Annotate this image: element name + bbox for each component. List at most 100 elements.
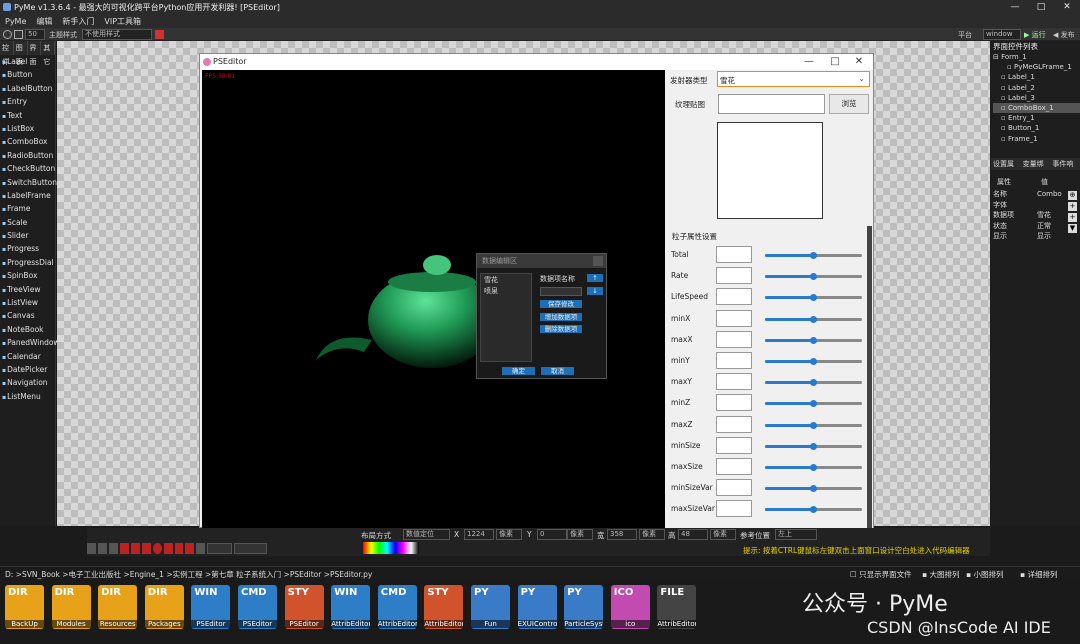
rect-tool-icon[interactable] <box>130 543 140 554</box>
palette-item-treeview[interactable]: ▪TreeView <box>0 283 55 296</box>
width-unit-select[interactable]: 像素 <box>639 529 665 540</box>
file-item-sty[interactable]: STY PSEditor <box>284 585 324 629</box>
tab-other[interactable]: 其它 <box>41 41 55 66</box>
slider-knob[interactable] <box>810 485 817 493</box>
cursor-tool-icon[interactable] <box>196 543 206 554</box>
menu-edit[interactable]: 编辑 <box>36 15 52 28</box>
x-input[interactable]: 1224 <box>464 529 494 540</box>
data-item-list[interactable]: 雪花 喷泉 <box>480 273 532 362</box>
param-input-maxsize[interactable] <box>716 458 752 475</box>
tree-node-frame_1[interactable]: ▫ Frame_1 <box>993 134 1080 144</box>
slider-knob[interactable] <box>810 358 817 365</box>
view-small-button[interactable]: ▪ 小图排列 <box>966 569 1003 580</box>
tree-node-form_1[interactable]: ⊟ Form_1 <box>993 52 1080 62</box>
param-input-maxx[interactable] <box>716 330 752 348</box>
menu-getting-started[interactable]: 新手入门 <box>62 15 94 28</box>
palette-item-navigation[interactable]: ▪Navigation <box>0 376 55 389</box>
tree-node-pymeglframe_1[interactable]: ▫ PyMeGLFrame_1 <box>993 62 1080 72</box>
tree-node-label_3[interactable]: ▫ Label_3 <box>993 93 1080 103</box>
tab-controls[interactable]: 控件 <box>0 41 14 66</box>
param-input-total[interactable] <box>716 246 752 263</box>
delete-item-button[interactable]: 删除数据项 <box>540 325 582 333</box>
param-input-miny[interactable] <box>716 352 752 369</box>
palette-item-combobox[interactable]: ▪ComboBox <box>0 135 55 148</box>
layout-select[interactable]: 数值定位 <box>403 529 450 540</box>
palette-item-spinbox[interactable]: ▪SpinBox <box>0 269 55 282</box>
move-down-button[interactable]: ↓ <box>587 287 603 295</box>
theme-edit-icon[interactable] <box>155 30 164 39</box>
palette-item-switchbutton[interactable]: ▪SwitchButton <box>0 176 57 189</box>
palette-item-radiobutton[interactable]: ▪RadioButton <box>0 149 55 162</box>
view-large-button[interactable]: ▪ 大图排列 <box>922 569 959 580</box>
texture-path-input[interactable] <box>718 94 825 114</box>
view-detail-button[interactable]: ▪ 详细排列 <box>1020 569 1057 580</box>
tree-node-entry_1[interactable]: ▫ Entry_1 <box>993 113 1080 123</box>
slider-knob[interactable] <box>810 421 817 429</box>
pse-maximize-icon[interactable]: □ <box>823 54 847 70</box>
zoom-icon[interactable] <box>3 30 12 39</box>
publish-button[interactable]: ◀ 发布 <box>1053 30 1075 40</box>
tab-interface[interactable]: 界面 <box>28 41 42 66</box>
list-item[interactable]: 喷泉 <box>481 287 531 296</box>
file-item-ico[interactable]: ICO ico <box>610 585 650 629</box>
triangle-tool-icon[interactable] <box>119 543 129 554</box>
zoom-value[interactable]: 50 <box>25 29 45 40</box>
file-item-py[interactable]: PY Fun <box>471 585 510 629</box>
file-item-dir[interactable]: DIR BackUp <box>5 585 44 629</box>
slider-knob[interactable] <box>810 252 817 259</box>
palette-item-button[interactable]: ▪Button <box>0 68 55 81</box>
line-style-select[interactable] <box>234 543 267 554</box>
palette-item-progressdial[interactable]: ▪ProgressDial <box>0 256 55 269</box>
slider-knob[interactable] <box>810 464 817 471</box>
palette-item-labelframe[interactable]: ▪LabelFrame <box>0 189 55 202</box>
text-tool-icon[interactable] <box>185 543 195 554</box>
tree-node-label_2[interactable]: ▫ Label_2 <box>993 83 1080 93</box>
shape-tool-icon[interactable] <box>163 543 173 554</box>
param-input-maxy[interactable] <box>716 373 752 391</box>
prop-row[interactable]: 显示 显示 <box>993 231 1067 242</box>
save-changes-button[interactable]: 保存修改 <box>540 300 582 308</box>
prop-row[interactable]: 状态 正常 <box>993 221 1067 232</box>
circle-tool-icon[interactable] <box>152 543 162 554</box>
palette-item-listbox[interactable]: ▪ListBox <box>0 122 55 135</box>
height-input[interactable]: 48 <box>678 529 708 540</box>
tree-node-label_1[interactable]: ▫ Label_1 <box>993 72 1080 82</box>
file-item-dir[interactable]: DIR Modules <box>51 585 91 629</box>
tab-properties[interactable]: 设置属 <box>991 158 1021 170</box>
file-item-sty[interactable]: STY AttribEditor <box>424 585 464 629</box>
file-item-dir[interactable]: DIR Packages <box>144 585 184 629</box>
param-input-minx[interactable] <box>716 309 752 327</box>
file-item-dir[interactable]: DIR Resources <box>98 585 138 629</box>
rect-fill-tool-icon[interactable] <box>141 543 151 554</box>
palette-item-calendar[interactable]: ▪Calendar <box>0 350 55 363</box>
tab-variables[interactable]: 变量绑 <box>1021 158 1051 170</box>
arrow-down-icon[interactable]: ▼ <box>1068 224 1077 233</box>
pse-close-icon[interactable]: ✕ <box>847 54 871 70</box>
minimize-icon[interactable]: — <box>1002 0 1028 15</box>
trash-icon[interactable] <box>87 543 96 554</box>
file-item-cmd[interactable]: CMD PSEditor <box>238 585 277 629</box>
palette-item-progress[interactable]: ▪Progress <box>0 242 55 255</box>
palette-item-labelbutton[interactable]: ▪LabelButton <box>0 82 55 95</box>
theme-select[interactable]: 不使用样式 <box>82 29 152 40</box>
palette-item-datepicker[interactable]: ▪DatePicker <box>0 363 55 376</box>
menu-vip-tools[interactable]: VIP工具箱 <box>104 15 141 28</box>
cancel-button[interactable]: 取消 <box>541 367 574 375</box>
palette-item-listview[interactable]: ▪ListView <box>0 296 55 309</box>
list-item[interactable]: 雪花 <box>481 274 531 287</box>
emitter-combobox[interactable]: 雪花 ⌄ <box>717 71 870 87</box>
prop-row[interactable]: 数据项 雪花 <box>993 210 1067 221</box>
param-input-rate[interactable] <box>716 267 752 285</box>
move-up-button[interactable]: ↑ <box>587 274 603 282</box>
slider-knob[interactable] <box>810 315 817 323</box>
palette-item-panedwindow[interactable]: ▪PanedWindow <box>0 336 60 349</box>
slider-knob[interactable] <box>810 400 817 408</box>
slider-knob[interactable] <box>810 336 817 344</box>
file-item-win[interactable]: WIN AttribEditor <box>331 585 371 629</box>
palette-item-frame[interactable]: ▪Frame <box>0 202 55 215</box>
param-input-lifespeed[interactable] <box>716 288 752 306</box>
file-item-py[interactable]: PY ParticleSystem <box>564 585 604 629</box>
close-icon[interactable]: ✕ <box>1054 0 1080 15</box>
only-ui-checkbox[interactable]: ☐ 只显示界面文件 <box>850 569 912 580</box>
run-button[interactable]: ▶ 运行 <box>1024 30 1046 40</box>
